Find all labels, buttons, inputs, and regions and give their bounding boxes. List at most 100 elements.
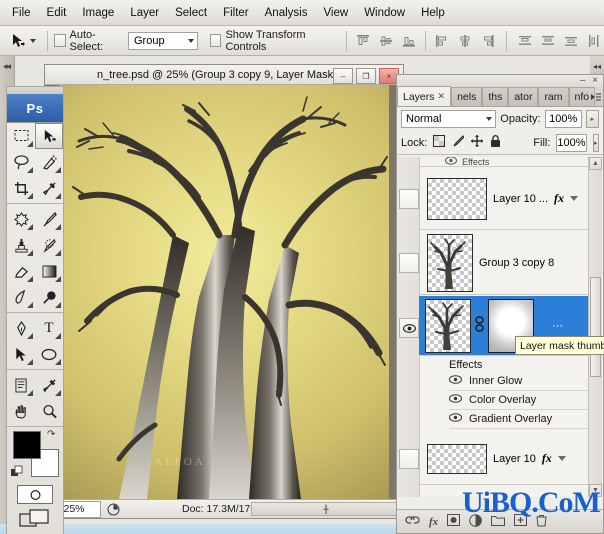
align-right-edges-button[interactable] [478, 31, 498, 51]
scrollbar-thumb[interactable] [590, 277, 601, 377]
distribute-vertical-centers-button[interactable] [538, 31, 558, 51]
eyedropper-alt-tool[interactable] [35, 372, 63, 398]
layer-fx-icon[interactable]: fx [542, 451, 552, 466]
fill-input[interactable]: 100% [556, 134, 586, 152]
gradient-tool[interactable] [35, 258, 63, 284]
lasso-tool[interactable] [7, 149, 35, 175]
tool-preset-picker[interactable] [0, 33, 41, 49]
align-horizontal-centers-button[interactable] [455, 31, 475, 51]
quick-selection-tool[interactable] [35, 149, 63, 175]
menu-item-edit[interactable]: Edit [39, 4, 75, 22]
tab-histogram[interactable]: ram [538, 87, 568, 106]
brush-tool[interactable] [35, 206, 63, 232]
auto-select-checkbox[interactable] [54, 34, 66, 47]
align-top-edges-button[interactable] [353, 31, 373, 51]
menu-item-filter[interactable]: Filter [215, 4, 257, 22]
swap-colors-icon[interactable]: ↷ [47, 429, 55, 440]
link-mask-icon[interactable] [475, 316, 484, 335]
menu-item-analysis[interactable]: Analysis [257, 4, 316, 22]
tool-flyout-nub-icon[interactable] [27, 390, 33, 396]
tool-flyout-nub-icon[interactable] [27, 224, 33, 230]
table-row[interactable]: Layer 10 fx [419, 433, 589, 485]
toolbox-grip[interactable] [7, 87, 63, 94]
eye-icon[interactable] [445, 157, 457, 167]
lock-all-icon[interactable] [490, 135, 501, 150]
eye-icon[interactable] [449, 375, 462, 387]
table-row[interactable]: Layer 10 ... fx [419, 168, 589, 230]
effect-row-color-overlay[interactable]: Color Overlay [449, 391, 589, 410]
tool-flyout-nub-icon[interactable] [27, 193, 33, 199]
align-bottom-edges-button[interactable] [399, 31, 419, 51]
scroll-up-arrow[interactable]: ▲ [589, 157, 602, 170]
distribute-bottom-edges-button[interactable] [561, 31, 581, 51]
menu-item-help[interactable]: Help [413, 4, 453, 22]
canvas-area[interactable]: ALFOA [45, 85, 403, 499]
visibility-toggle[interactable] [399, 449, 419, 469]
blur-tool[interactable] [7, 284, 35, 310]
visibility-toggle[interactable] [399, 253, 419, 273]
move-tool[interactable] [35, 123, 63, 149]
menu-item-file[interactable]: File [4, 4, 39, 22]
tool-flyout-nub-icon[interactable] [27, 359, 33, 365]
visibility-toggle[interactable] [399, 189, 419, 209]
chevron-down-icon[interactable] [570, 196, 578, 201]
document-canvas-image[interactable]: ALFOA [59, 85, 389, 499]
tool-flyout-nub-icon[interactable] [27, 276, 33, 282]
dodge-tool[interactable] [35, 284, 63, 310]
tool-flyout-nub-icon[interactable] [27, 141, 33, 147]
tab-channels[interactable]: nels [451, 87, 482, 106]
menu-item-select[interactable]: Select [167, 4, 215, 22]
rectangular-marquee-tool[interactable] [7, 123, 35, 149]
add-layer-mask-button[interactable] [447, 514, 460, 529]
default-colors-icon[interactable] [11, 465, 24, 481]
lock-position-icon[interactable] [471, 135, 483, 150]
layer-list[interactable]: Effects Layer 10 ... fx [397, 157, 603, 497]
tool-flyout-nub-icon[interactable] [55, 167, 61, 173]
close-icon[interactable]: ✕ [438, 91, 446, 102]
tool-flyout-nub-icon[interactable] [27, 302, 33, 308]
tool-flyout-nub-icon[interactable] [55, 193, 61, 199]
ellipse-shape-tool[interactable] [35, 341, 63, 367]
panel-minimize-button[interactable]: – [580, 75, 588, 86]
blend-mode-dropdown[interactable]: Normal [401, 110, 496, 128]
opacity-stepper[interactable]: ▸ [586, 110, 599, 128]
right-dock-strip[interactable]: ◂◂ [590, 56, 604, 76]
tool-flyout-nub-icon[interactable] [55, 276, 61, 282]
panel-menu-icon[interactable] [590, 91, 601, 105]
add-layer-style-button[interactable]: fx [429, 516, 438, 528]
minimize-button[interactable]: – [333, 68, 353, 84]
chevron-down-icon[interactable] [30, 39, 36, 43]
opacity-input[interactable]: 100% [545, 110, 582, 128]
tool-flyout-nub-icon[interactable] [27, 167, 33, 173]
layer-thumbnail[interactable] [427, 444, 487, 474]
visibility-toggle[interactable] [399, 318, 419, 338]
healing-brush-tool[interactable] [7, 206, 35, 232]
quick-mask-icon[interactable] [17, 485, 53, 504]
panel-vertical-scrollbar[interactable]: ▲ ▼ [588, 157, 602, 497]
pen-tool[interactable] [7, 315, 35, 341]
eraser-tool[interactable] [7, 258, 35, 284]
link-layers-button[interactable] [405, 515, 420, 528]
menu-item-image[interactable]: Image [74, 4, 122, 22]
tool-flyout-nub-icon[interactable] [55, 359, 61, 365]
eye-icon[interactable] [449, 413, 462, 425]
layer-thumbnail[interactable] [425, 299, 471, 353]
notes-tool[interactable] [7, 372, 35, 398]
crop-tool[interactable] [7, 175, 35, 201]
document-title-bar[interactable]: n_tree.psd @ 25% (Group 3 copy 9, Layer … [45, 65, 403, 85]
tab-navigator[interactable]: ator [508, 87, 538, 106]
menu-item-view[interactable]: View [315, 4, 356, 22]
effect-row-gradient-overlay[interactable]: Gradient Overlay [449, 410, 589, 429]
history-brush-tool[interactable] [35, 232, 63, 258]
distribute-left-edges-button[interactable] [584, 31, 604, 51]
menu-item-window[interactable]: Window [356, 4, 413, 22]
align-vertical-centers-button[interactable] [376, 31, 396, 51]
effect-row-inner-glow[interactable]: Inner Glow [449, 372, 589, 391]
show-transform-controls-checkbox[interactable] [210, 34, 222, 47]
tool-flyout-nub-icon[interactable] [55, 333, 61, 339]
tool-flyout-nub-icon[interactable] [55, 250, 61, 256]
menu-item-layer[interactable]: Layer [122, 4, 167, 22]
tool-flyout-nub-icon[interactable] [55, 302, 61, 308]
lock-transparent-pixels-icon[interactable] [433, 135, 445, 150]
tool-flyout-nub-icon[interactable] [55, 224, 61, 230]
